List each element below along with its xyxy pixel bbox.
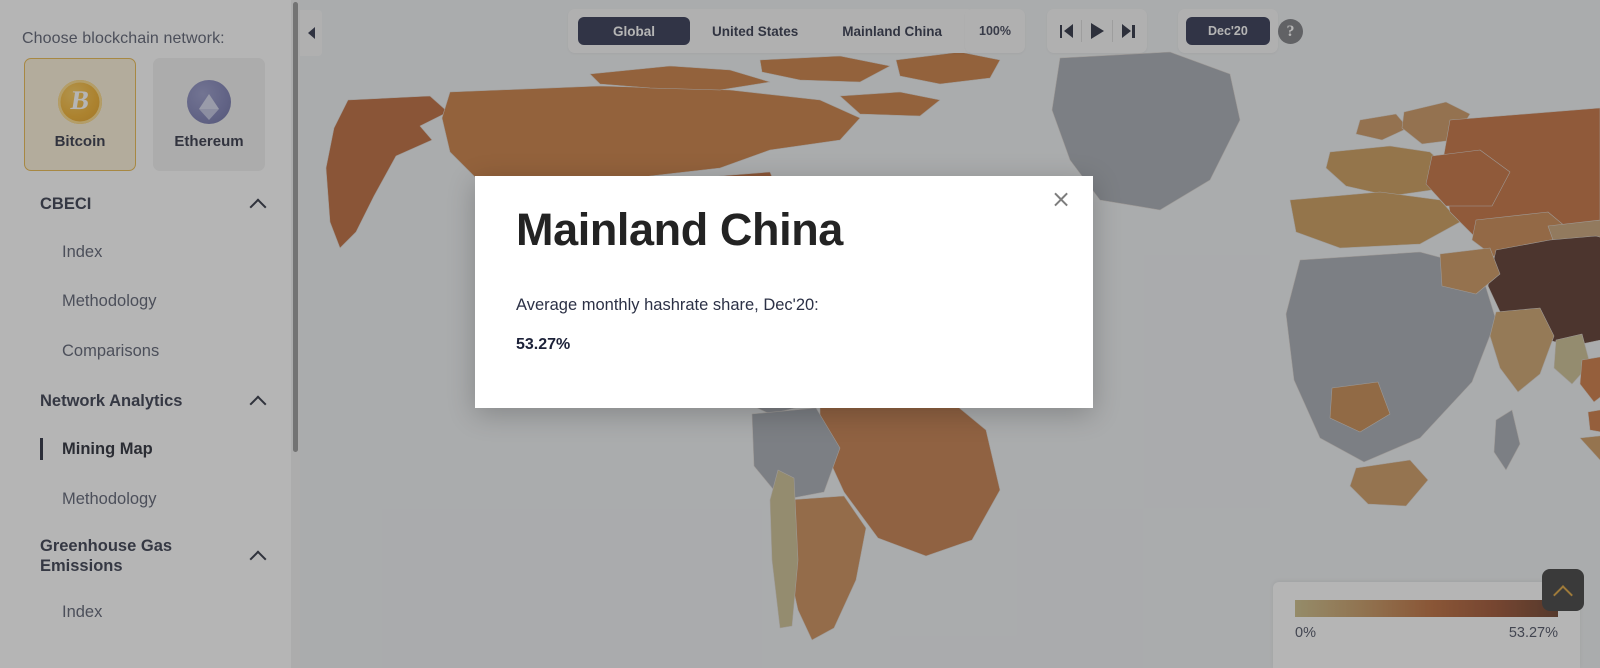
app-root: Choose blockchain network: B Bitcoin Eth… [0, 0, 1600, 668]
modal-title: Mainland China [516, 204, 843, 255]
region-detail-modal: × Mainland China Average monthly hashrat… [475, 176, 1093, 408]
modal-subtitle: Average monthly hashrate share, Dec'20: [516, 296, 819, 314]
modal-value: 53.27% [516, 336, 571, 353]
close-icon[interactable]: × [1046, 184, 1076, 214]
close-glyph: × [1050, 185, 1072, 213]
